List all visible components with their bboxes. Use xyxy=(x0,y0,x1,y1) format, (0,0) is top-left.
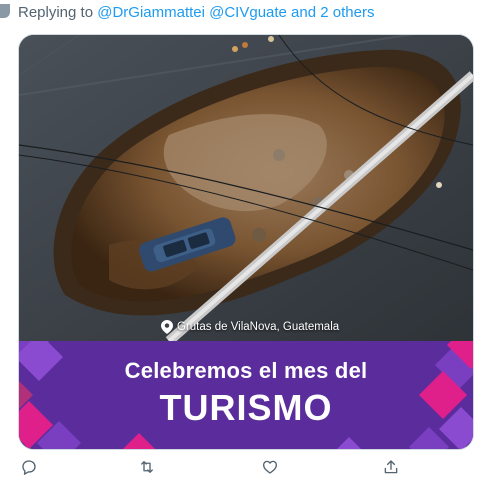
tourism-banner: Celebremos el mes del TURISMO xyxy=(19,341,473,449)
tweet-media-card[interactable]: Grutas de VilaNova, Guatemala Celebremos… xyxy=(18,34,474,450)
reply-button[interactable] xyxy=(18,456,40,478)
like-icon xyxy=(262,460,278,474)
reply-icon xyxy=(22,460,36,475)
banner-title: TURISMO xyxy=(159,387,333,428)
location-pin-icon xyxy=(161,320,173,334)
retweet-icon xyxy=(141,461,153,473)
location-text: Grutas de VilaNova, Guatemala xyxy=(177,321,340,333)
share-button[interactable] xyxy=(380,456,402,478)
tweet-action-bar xyxy=(18,456,472,478)
sinkhole-photo xyxy=(19,35,473,341)
photo-location-label: Grutas de VilaNova, Guatemala xyxy=(161,320,339,334)
avatar-edge xyxy=(0,4,10,18)
reply-mentions-link[interactable]: @DrGiammattei @CIVguate and 2 others xyxy=(97,4,374,21)
retweet-button[interactable] xyxy=(136,456,158,478)
banner-subtitle: Celebremos el mes del xyxy=(124,358,368,383)
replying-to-prefix: Replying to xyxy=(18,4,98,21)
share-icon xyxy=(384,460,398,474)
replying-to-line: Replying to @DrGiammattei @CIVguate and … xyxy=(18,3,374,23)
like-button[interactable] xyxy=(259,456,281,478)
